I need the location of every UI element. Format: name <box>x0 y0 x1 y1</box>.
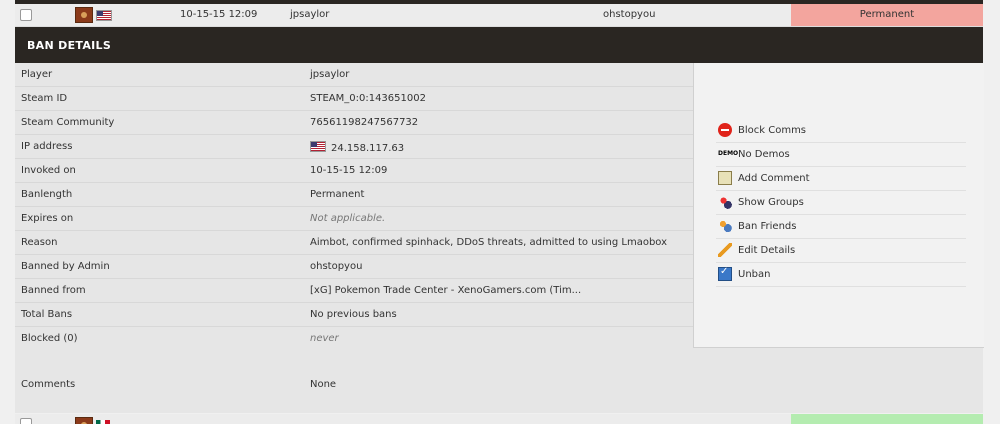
block-comms-link[interactable]: Block Comms <box>716 119 966 143</box>
admin-name: ohstopyou <box>603 9 656 20</box>
ban-friends-link[interactable]: Ban Friends <box>716 215 966 239</box>
action-label: Edit Details <box>738 245 796 256</box>
edit-icon <box>718 243 732 257</box>
detail-value: jpsaylor <box>310 69 350 80</box>
detail-value: Not applicable. <box>310 213 386 224</box>
detail-label: Total Bans <box>21 309 73 320</box>
detail-label: Player <box>21 69 53 80</box>
detail-label: Banned from <box>21 285 86 296</box>
detail-row-expires: Expires on Not applicable. <box>15 207 693 231</box>
game-mod-icon <box>75 7 93 23</box>
action-label: Ban Friends <box>738 221 797 232</box>
detail-row-blocked: Blocked (0) never <box>15 327 693 350</box>
detail-label: Banned by Admin <box>21 261 110 272</box>
ban-list-row[interactable] <box>15 414 983 424</box>
detail-label: Steam ID <box>21 93 68 104</box>
game-mod-icon <box>75 417 93 424</box>
detail-row-steam-community: Steam Community 76561198247567732 <box>15 111 693 135</box>
detail-value: No previous bans <box>310 309 397 320</box>
us-flag-icon <box>310 141 326 152</box>
detail-value: STEAM_0:0:143651002 <box>310 93 426 104</box>
steam-community-link[interactable]: 76561198247567732 <box>310 117 418 128</box>
detail-row-reason: Reason Aimbot, confirmed spinhack, DDoS … <box>15 231 693 255</box>
detail-value: None <box>310 379 337 390</box>
detail-label: Steam Community <box>21 117 115 128</box>
detail-row-invoked: Invoked on 10-15-15 12:09 <box>15 159 693 183</box>
ban-actions-panel: Block Comms DEMO No Demos Add Comment Sh… <box>693 63 984 348</box>
mx-flag-icon <box>96 420 110 424</box>
detail-value: Permanent <box>310 189 365 200</box>
detail-value: [xG] Pokemon Trade Center - XenoGamers.c… <box>310 285 582 296</box>
groups-icon <box>718 195 732 209</box>
action-label: Unban <box>738 269 771 280</box>
action-label: Add Comment <box>738 173 810 184</box>
action-label: Block Comms <box>738 125 807 136</box>
detail-label: Banlength <box>21 189 73 200</box>
detail-value: never <box>310 333 339 344</box>
ban-date: 10-15-15 12:09 <box>180 9 258 20</box>
detail-value-ip: 24.158.117.63 <box>310 141 404 154</box>
no-demos-link[interactable]: DEMO No Demos <box>716 143 966 167</box>
ban-list-row[interactable]: 10-15-15 12:09 jpsaylor ohstopyou Perman… <box>15 4 983 27</box>
detail-label: Comments <box>21 379 76 390</box>
row-checkbox[interactable] <box>20 418 32 424</box>
friends-icon <box>718 219 732 233</box>
demo-icon: DEMO <box>718 150 739 157</box>
player-name: jpsaylor <box>290 9 330 20</box>
edit-details-link[interactable]: Edit Details <box>716 239 966 263</box>
detail-row-player: Player jpsaylor <box>15 63 693 87</box>
detail-label: Expires on <box>21 213 74 224</box>
ban-details-header: BAN DETAILS <box>15 27 983 63</box>
show-groups-link[interactable]: Show Groups <box>716 191 966 215</box>
detail-label: IP address <box>21 141 73 152</box>
detail-row-banned-from: Banned from [xG] Pokemon Trade Center - … <box>15 279 693 303</box>
add-comment-link[interactable]: Add Comment <box>716 167 966 191</box>
detail-row-total-bans: Total Bans No previous bans <box>15 303 693 327</box>
section-title: BAN DETAILS <box>27 39 112 52</box>
unban-icon <box>718 266 732 281</box>
row-checkbox[interactable] <box>20 9 32 21</box>
ban-details-panel: Player jpsaylor Steam ID STEAM_0:0:14365… <box>15 63 984 413</box>
detail-label: Reason <box>21 237 58 248</box>
unban-link[interactable]: Unban <box>716 263 966 287</box>
detail-value: Aimbot, confirmed spinhack, DDoS threats… <box>310 237 668 248</box>
detail-label: Blocked (0) <box>21 333 78 344</box>
us-flag-icon <box>96 10 112 21</box>
detail-row-banlength: Banlength Permanent <box>15 183 693 207</box>
detail-row-comments: Comments None <box>15 373 693 396</box>
action-label: No Demos <box>738 149 790 160</box>
ip-text: 24.158.117.63 <box>331 143 405 154</box>
block-icon <box>718 123 732 137</box>
detail-label: Invoked on <box>21 165 76 176</box>
action-label: Show Groups <box>738 197 804 208</box>
detail-value: ohstopyou <box>310 261 363 272</box>
detail-value: 10-15-15 12:09 <box>310 165 388 176</box>
detail-row-ip: IP address 24.158.117.63 <box>15 135 693 159</box>
detail-row-steam-id: Steam ID STEAM_0:0:143651002 <box>15 87 693 111</box>
ban-length-badge: Permanent <box>791 4 983 26</box>
detail-row-admin: Banned by Admin ohstopyou <box>15 255 693 279</box>
comment-icon <box>718 171 732 185</box>
ban-status-badge <box>791 414 983 424</box>
